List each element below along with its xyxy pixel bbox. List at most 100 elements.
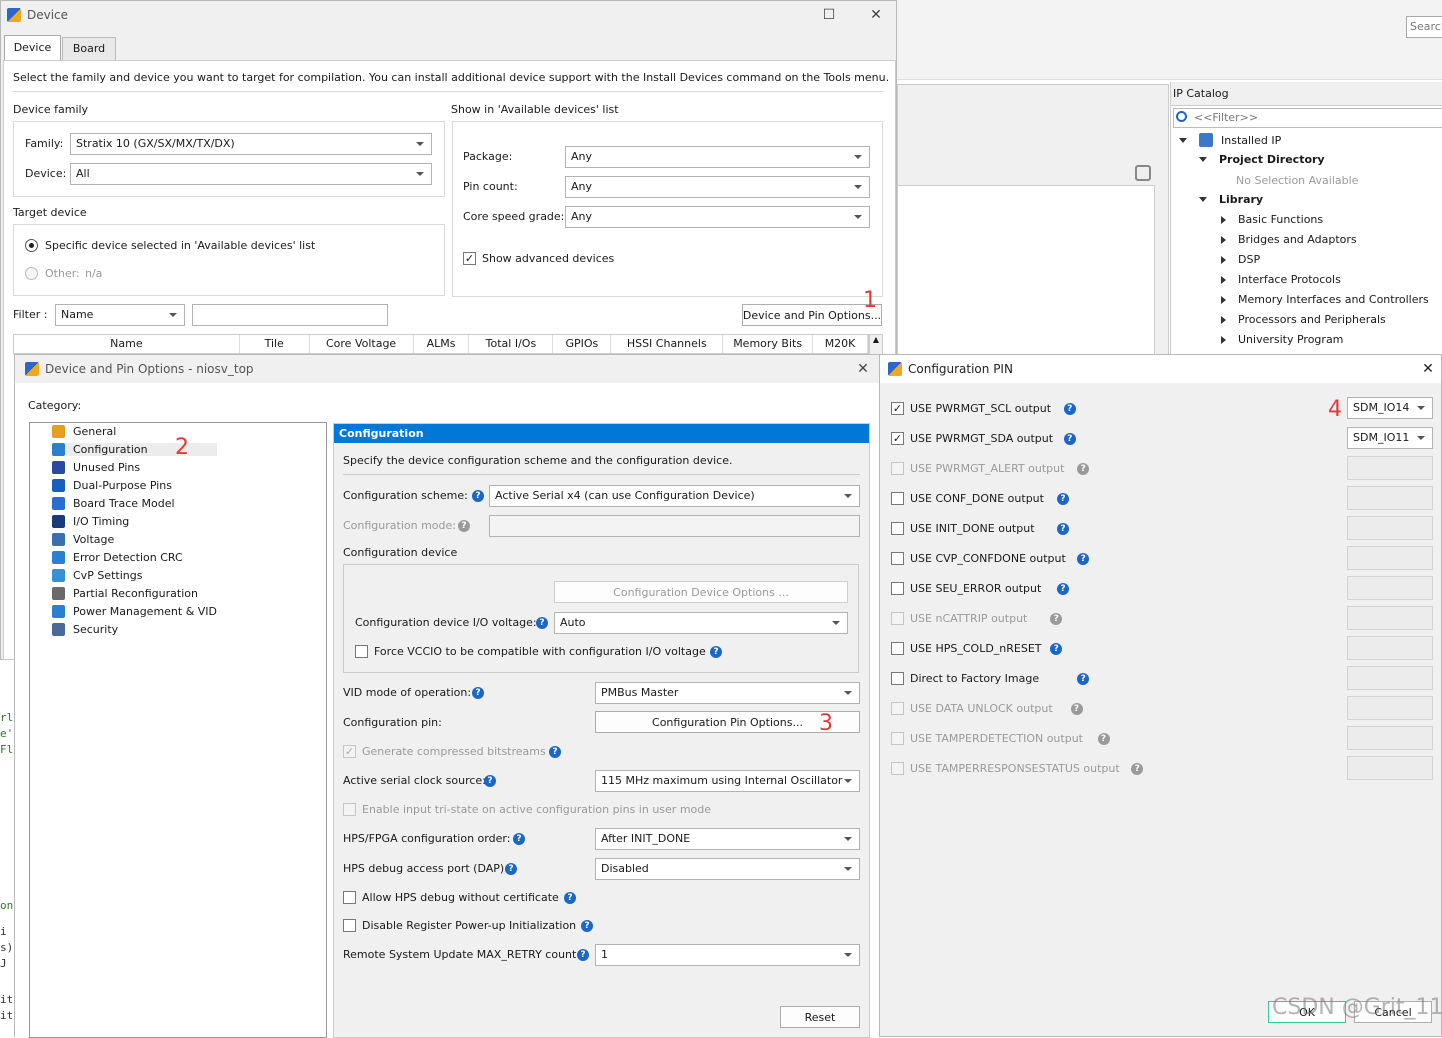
pin-checkbox[interactable] (891, 732, 904, 745)
ip-library-item[interactable]: Bridges and Adaptors (1221, 233, 1357, 246)
help-icon[interactable]: ? (1050, 613, 1063, 625)
help-icon[interactable]: ? (472, 490, 484, 502)
allow-hps-checkbox[interactable] (343, 891, 356, 904)
category-item[interactable]: Security (52, 623, 118, 636)
pin-checkbox[interactable] (891, 672, 904, 685)
scroll-up-icon[interactable]: ▲ (869, 334, 883, 356)
help-icon[interactable]: ? (1131, 763, 1144, 775)
column-header[interactable]: Memory Bits (723, 335, 814, 353)
category-item[interactable]: Unused Pins (52, 461, 140, 474)
ip-library-item[interactable]: Processors and Peripherals (1221, 313, 1386, 326)
package-dropdown[interactable]: Any (565, 146, 870, 168)
device-pin-options-button[interactable]: Device and Pin Options... (742, 304, 882, 326)
help-icon[interactable]: ? (1057, 523, 1069, 535)
order-dropdown[interactable]: After INIT_DONE (595, 828, 860, 850)
pin-checkbox[interactable] (891, 552, 904, 565)
column-header[interactable]: HSSI Channels (611, 335, 724, 353)
help-icon[interactable]: ? (1077, 553, 1090, 565)
category-item[interactable]: Error Detection CRC (52, 551, 183, 564)
help-icon[interactable]: ? (472, 687, 484, 699)
tree-project-directory[interactable]: Project Directory (1199, 153, 1325, 166)
ip-filter[interactable]: <<Filter>> (1173, 108, 1442, 128)
help-icon[interactable]: ? (1097, 733, 1110, 745)
column-header[interactable]: M20K (813, 335, 869, 353)
filter-dropdown[interactable]: Name (55, 304, 185, 326)
show-advanced-checkbox[interactable]: ✓ (463, 252, 476, 265)
retry-dropdown[interactable]: 1 (595, 944, 860, 966)
speed-dropdown[interactable]: Any (565, 206, 870, 228)
pin-checkbox[interactable] (891, 492, 904, 505)
pin-checkbox[interactable] (891, 522, 904, 535)
pincount-dropdown[interactable]: Any (565, 176, 870, 198)
help-icon[interactable]: ? (710, 646, 722, 658)
column-header[interactable]: Tile (240, 335, 310, 353)
category-item[interactable]: Board Trace Model (52, 497, 175, 510)
pin-select[interactable]: SDM_IO11 (1347, 427, 1433, 449)
help-icon[interactable]: ? (1077, 673, 1090, 685)
filter-input[interactable] (192, 304, 388, 326)
force-vccio-checkbox[interactable] (355, 645, 368, 658)
pin-checkbox[interactable] (891, 462, 904, 475)
clock-dropdown[interactable]: 115 MHz maximum using Internal Oscillato… (595, 770, 860, 792)
help-icon[interactable]: ? (549, 746, 561, 758)
radio-specific[interactable] (25, 239, 38, 252)
help-icon[interactable]: ? (1057, 493, 1069, 505)
help-icon[interactable]: ? (1063, 433, 1076, 445)
close-button[interactable]: ✕ (856, 1, 896, 29)
category-item[interactable]: Voltage (52, 533, 114, 546)
tab-board[interactable]: Board (62, 37, 116, 61)
pin-checkbox[interactable] (891, 582, 904, 595)
help-icon[interactable]: ? (536, 617, 548, 629)
help-icon[interactable]: ? (1057, 583, 1069, 595)
tree-installed-ip[interactable]: Installed IP (1179, 133, 1281, 147)
help-icon[interactable]: ? (505, 863, 517, 875)
cfgpin-close-button[interactable]: ✕ (1412, 355, 1442, 383)
tree-library[interactable]: Library (1199, 193, 1263, 206)
category-item[interactable]: Configuration (52, 443, 217, 456)
maximize-button[interactable]: ☐ (809, 1, 849, 29)
vid-dropdown[interactable]: PMBus Master (595, 682, 860, 704)
pin-checkbox[interactable] (891, 702, 904, 715)
category-item[interactable]: General (52, 425, 116, 438)
reset-button[interactable]: Reset (780, 1006, 860, 1028)
device-dropdown[interactable]: All (70, 163, 432, 185)
io-voltage-dropdown[interactable]: Auto (554, 612, 848, 634)
ip-library-item[interactable]: University Program (1221, 333, 1343, 346)
ip-library-item[interactable]: Interface Protocols (1221, 273, 1341, 286)
pin-select[interactable]: SDM_IO14 (1347, 397, 1433, 419)
radio-other[interactable] (25, 267, 38, 280)
help-icon[interactable]: ? (581, 920, 593, 932)
help-icon[interactable]: ? (1063, 403, 1076, 415)
restore-icon[interactable] (1135, 165, 1151, 181)
search-box[interactable]: Search (1406, 16, 1442, 38)
help-icon[interactable]: ? (1077, 463, 1090, 475)
config-device-options-button[interactable]: Configuration Device Options ... (554, 581, 848, 603)
category-item[interactable]: CvP Settings (52, 569, 142, 582)
column-header[interactable]: Name (14, 335, 240, 353)
disable-reg-checkbox[interactable] (343, 919, 356, 932)
dpo-close-button[interactable]: ✕ (847, 355, 879, 383)
pin-checkbox[interactable]: ✓ (891, 402, 904, 415)
help-icon[interactable]: ? (1070, 703, 1083, 715)
category-item[interactable]: Dual-Purpose Pins (52, 479, 172, 492)
dap-dropdown[interactable]: Disabled (595, 858, 860, 880)
tab-device[interactable]: Device (4, 35, 61, 61)
family-dropdown[interactable]: Stratix 10 (GX/SX/MX/TX/DX) (70, 133, 432, 155)
help-icon[interactable]: ? (564, 892, 576, 904)
category-item[interactable]: Power Management & VID (52, 605, 217, 618)
column-header[interactable]: Total I/Os (469, 335, 554, 353)
column-header[interactable]: ALMs (414, 335, 470, 353)
help-icon[interactable]: ? (484, 775, 496, 787)
column-header[interactable]: GPIOs (553, 335, 612, 353)
pin-checkbox[interactable] (891, 642, 904, 655)
pin-checkbox[interactable] (891, 612, 904, 625)
gen-compressed-checkbox[interactable]: ✓ (343, 745, 356, 758)
ip-library-item[interactable]: Basic Functions (1221, 213, 1323, 226)
ip-library-item[interactable]: Memory Interfaces and Controllers (1221, 293, 1429, 306)
tristate-checkbox[interactable] (343, 803, 356, 816)
category-item[interactable]: Partial Reconfiguration (52, 587, 198, 600)
scheme-dropdown[interactable]: Active Serial x4 (can use Configuration … (489, 485, 860, 507)
pin-checkbox[interactable]: ✓ (891, 432, 904, 445)
column-header[interactable]: Core Voltage (310, 335, 414, 353)
help-icon[interactable]: ? (577, 949, 589, 961)
